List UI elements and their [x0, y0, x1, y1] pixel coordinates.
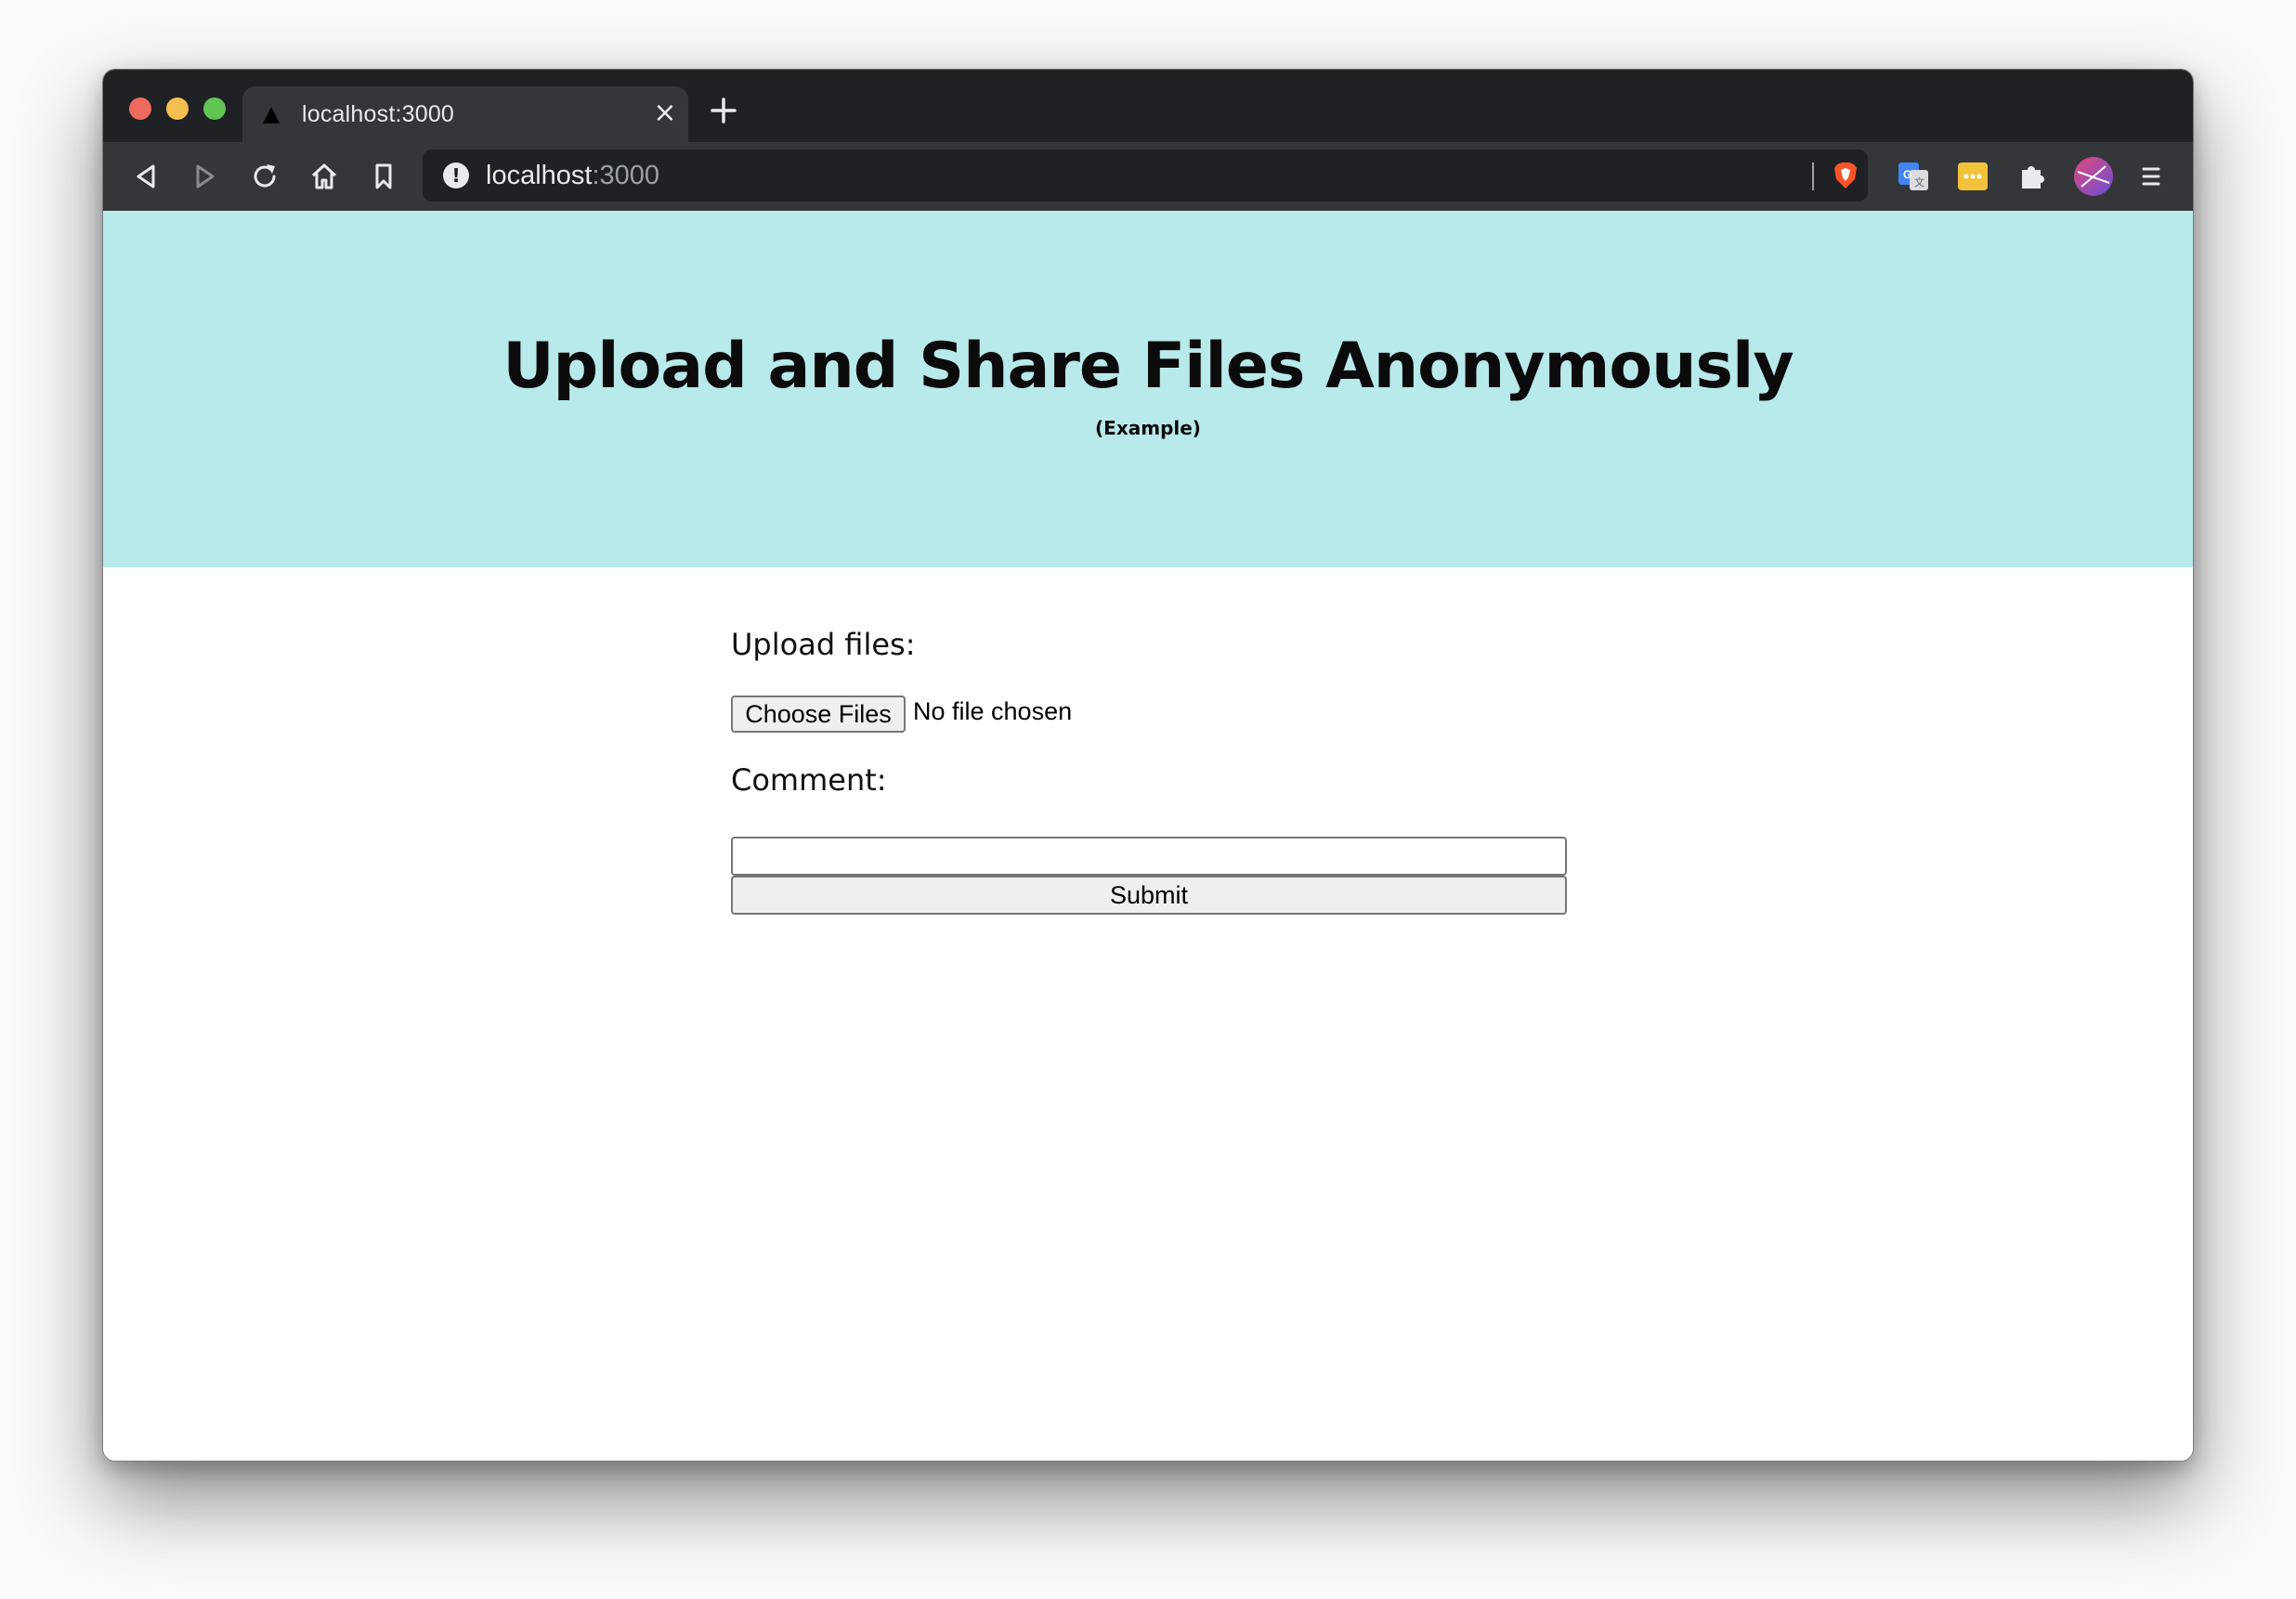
bitwarden-icon[interactable] — [1955, 159, 1990, 194]
file-status-text: No file chosen — [913, 697, 1073, 725]
back-icon[interactable] — [129, 160, 163, 193]
tab-strip: localhost:3000 × — [103, 70, 2193, 142]
tab-close-icon[interactable]: × — [651, 99, 679, 127]
upload-files-label: Upload files: — [731, 627, 916, 662]
window-close-button[interactable] — [129, 98, 151, 120]
forward-icon[interactable] — [189, 160, 222, 193]
tab-title: localhost:3000 — [302, 101, 455, 127]
bookmark-icon[interactable] — [367, 160, 400, 193]
comment-input[interactable] — [731, 837, 1567, 876]
reload-icon[interactable] — [248, 160, 281, 193]
extensions-puzzle-icon[interactable] — [2015, 159, 2050, 194]
window-maximize-button[interactable] — [203, 98, 226, 120]
browser-toolbar: ! localhost:3000 G 文 — [103, 142, 2193, 211]
page-title: Upload and Share Files Anonymously — [502, 330, 1794, 403]
address-bar[interactable]: ! localhost:3000 — [423, 150, 1868, 202]
hero-banner: Upload and Share Files Anonymously (Exam… — [103, 211, 2193, 567]
new-tab-plus-icon[interactable] — [707, 94, 740, 127]
url-port: :3000 — [592, 161, 660, 190]
window-minimize-button[interactable] — [166, 98, 189, 120]
browser-tab[interactable]: localhost:3000 × — [242, 86, 688, 142]
profile-avatar-icon[interactable] — [2072, 155, 2115, 198]
omnibox-divider — [1812, 162, 1814, 190]
brave-shields-icon[interactable] — [1829, 159, 1862, 192]
home-icon[interactable] — [307, 160, 341, 193]
desktop-background: localhost:3000 × ! localhost:3000 G 文 Up… — [0, 0, 2296, 1599]
comment-label: Comment: — [731, 762, 887, 798]
google-translate-icon[interactable]: G 文 — [1896, 159, 1931, 194]
menu-icon[interactable] — [2133, 159, 2169, 194]
browser-window: localhost:3000 × ! localhost:3000 G 文 Up… — [102, 69, 2194, 1462]
site-info-icon[interactable]: ! — [443, 162, 469, 188]
triangle-favicon-icon — [263, 107, 280, 124]
choose-files-button[interactable]: Choose Files — [731, 696, 906, 733]
url-host: localhost — [486, 161, 593, 190]
url-text: localhost:3000 — [486, 161, 659, 191]
svg-text:文: 文 — [1914, 176, 1924, 188]
submit-button[interactable]: Submit — [731, 876, 1567, 915]
web-page: Upload and Share Files Anonymously (Exam… — [103, 211, 2193, 1461]
svg-text:G: G — [1903, 168, 1911, 181]
page-subtitle: (Example) — [1095, 417, 1201, 439]
